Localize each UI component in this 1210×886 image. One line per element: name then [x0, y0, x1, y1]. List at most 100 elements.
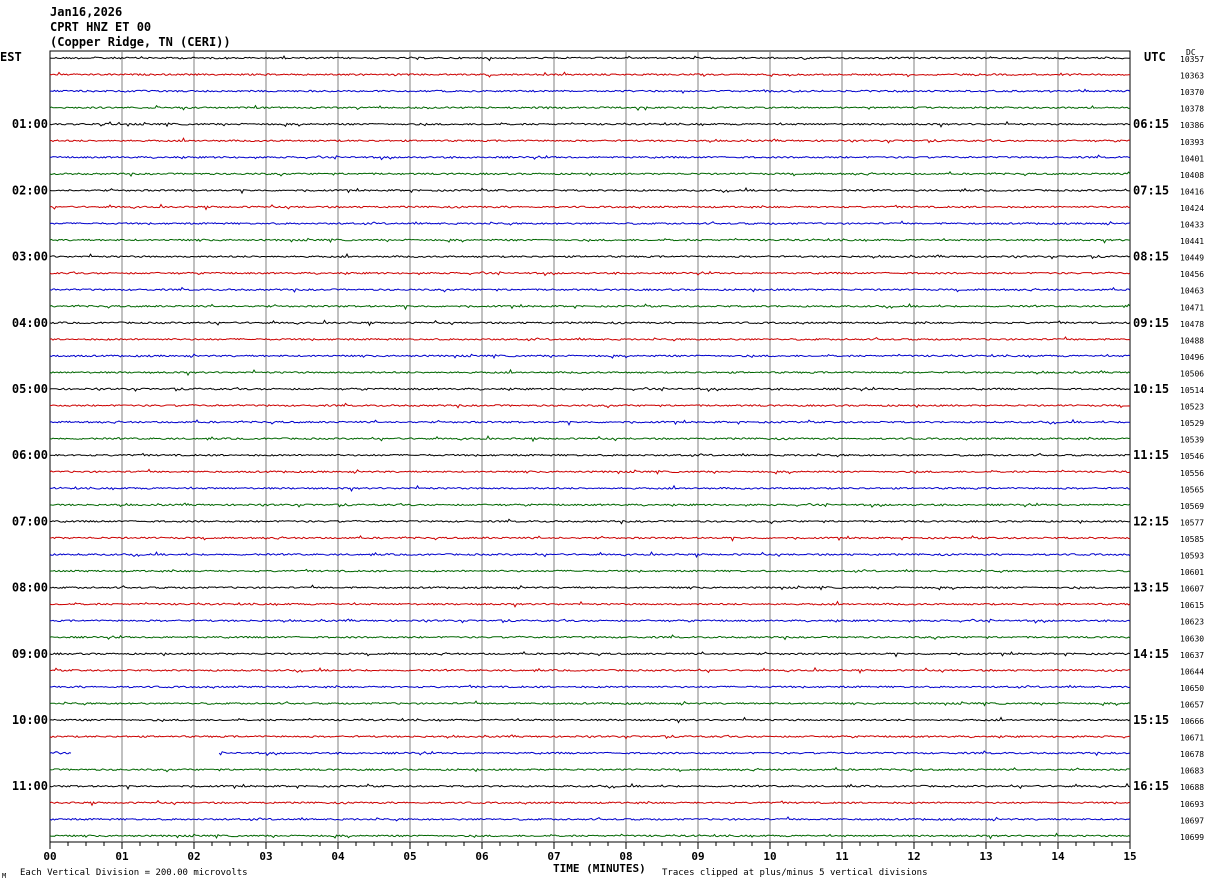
dc-offset-label: 10449 [1180, 254, 1204, 263]
trace-line [49, 816, 1131, 822]
trace-line [49, 468, 1131, 475]
trace-line [49, 666, 1131, 674]
x-tick-label: 15 [1123, 850, 1136, 863]
dc-offset-label: 10593 [1180, 552, 1204, 561]
trace-line [49, 766, 1131, 773]
trace-line [49, 832, 1131, 840]
dc-offset-label: 10378 [1180, 105, 1204, 114]
trace-line [49, 286, 1131, 293]
est-hour-label: 05:00 [12, 382, 48, 396]
x-tick-label: 02 [187, 850, 200, 863]
x-tick-label: 09 [691, 850, 704, 863]
trace-line [49, 618, 1131, 624]
trace-line [49, 418, 1131, 426]
trace-line [49, 484, 1131, 492]
dc-offset-label: 10539 [1180, 436, 1204, 445]
dc-offset-label: 10488 [1180, 336, 1204, 345]
trace-line [49, 170, 1131, 177]
plot-grid [49, 50, 1131, 849]
dc-offset-label: 10650 [1180, 684, 1204, 693]
trace-line [49, 799, 1131, 807]
utc-hour-label: 09:15 [1133, 316, 1169, 330]
trace-line [49, 435, 1131, 443]
dc-offset-label: 10393 [1180, 138, 1204, 147]
dc-offset-label: 10401 [1180, 154, 1204, 163]
utc-hour-label: 08:15 [1133, 250, 1169, 264]
dc-offset-label: 10357 [1180, 55, 1204, 64]
trace-line [49, 684, 1131, 689]
utc-hour-label: 10:15 [1133, 382, 1169, 396]
dc-offset-label: 10577 [1180, 518, 1204, 527]
dc-offset-label: 10386 [1180, 121, 1204, 130]
dc-offset-label: 10637 [1180, 651, 1204, 660]
trace-line [49, 353, 1131, 359]
est-hour-label: 01:00 [12, 117, 48, 131]
utc-hour-label: 15:15 [1133, 713, 1169, 727]
dc-offset-label: 10569 [1180, 502, 1204, 511]
x-tick-label: 12 [907, 850, 920, 863]
x-tick-label: 11 [835, 850, 849, 863]
est-hour-label: 08:00 [12, 581, 48, 595]
dc-offset-label: 10623 [1180, 618, 1204, 627]
est-hour-label: 09:00 [12, 647, 48, 661]
trace-line [49, 71, 1130, 78]
est-hour-label: 11:00 [12, 779, 48, 793]
utc-hour-label: 11:15 [1133, 448, 1169, 462]
trace-line [49, 154, 1131, 161]
trace-line [49, 650, 1131, 658]
trace-line [49, 386, 1131, 393]
est-hour-label: 02:00 [12, 183, 48, 197]
trace-line [49, 319, 1131, 327]
corner-mark: M [2, 872, 7, 880]
utc-hour-label: 16:15 [1133, 779, 1169, 793]
trace-line [49, 734, 1131, 740]
dc-offset-label: 10546 [1180, 452, 1204, 461]
dc-offset-label: 10615 [1180, 601, 1204, 610]
trace-line [49, 751, 72, 755]
trace-line [49, 55, 1131, 62]
dc-offset-label: 10478 [1180, 320, 1204, 329]
dc-offset-label: 10506 [1180, 369, 1204, 378]
trace-line [49, 302, 1131, 311]
trace-line [49, 782, 1131, 791]
trace-line [49, 237, 1131, 244]
trace-line [49, 402, 1131, 409]
dc-offset-label: 10424 [1180, 204, 1204, 213]
trace-line [49, 252, 1131, 260]
dc-offset-label: 10408 [1180, 171, 1204, 180]
dc-offset-label: 10683 [1180, 767, 1204, 776]
dc-offset-label: 10565 [1180, 485, 1204, 494]
dc-offset-label: 10688 [1180, 783, 1204, 792]
dc-offset-label: 10529 [1180, 419, 1204, 428]
dc-offset-label: 10514 [1180, 386, 1204, 395]
dc-offset-label: 10585 [1180, 535, 1204, 544]
dc-offset-label: 10697 [1180, 816, 1204, 825]
seismogram-plot: 00 01 02 03 04 05 06 07 08 09 10 11 12 13 14 1510357103… [12, 50, 1204, 863]
trace-line [49, 551, 1131, 559]
trace-line [49, 104, 1131, 111]
dc-offset-label: 10471 [1180, 303, 1204, 312]
trace-line [49, 518, 1131, 525]
dc-offset-label: 10601 [1180, 568, 1204, 577]
x-tick-label: 14 [1051, 850, 1065, 863]
trace-line [49, 584, 1131, 591]
x-tick-label: 01 [115, 850, 129, 863]
utc-hour-label: 13:15 [1133, 581, 1169, 595]
dc-offset-label: 10370 [1180, 88, 1204, 97]
x-axis-title: TIME (MINUTES) [553, 862, 646, 875]
est-hour-label: 04:00 [12, 316, 48, 330]
trace-lines [49, 55, 1131, 840]
trace-line [49, 502, 1131, 508]
dc-offset-label: 10363 [1180, 72, 1204, 81]
trace-line [49, 137, 1131, 144]
dc-offset-label: 10441 [1180, 237, 1204, 246]
utc-hour-label: 12:15 [1133, 514, 1169, 528]
dc-offset-label: 10523 [1180, 403, 1204, 412]
axis-labels: 00 01 02 03 04 05 06 07 08 09 10 11 12 13 14 1510357103… [12, 55, 1204, 863]
trace-line [49, 634, 1131, 641]
trace-line [49, 568, 1131, 574]
dc-offset-label: 10463 [1180, 287, 1204, 296]
trace-line [50, 88, 1131, 95]
trace-line [49, 716, 1131, 724]
trace-line [49, 187, 1131, 195]
